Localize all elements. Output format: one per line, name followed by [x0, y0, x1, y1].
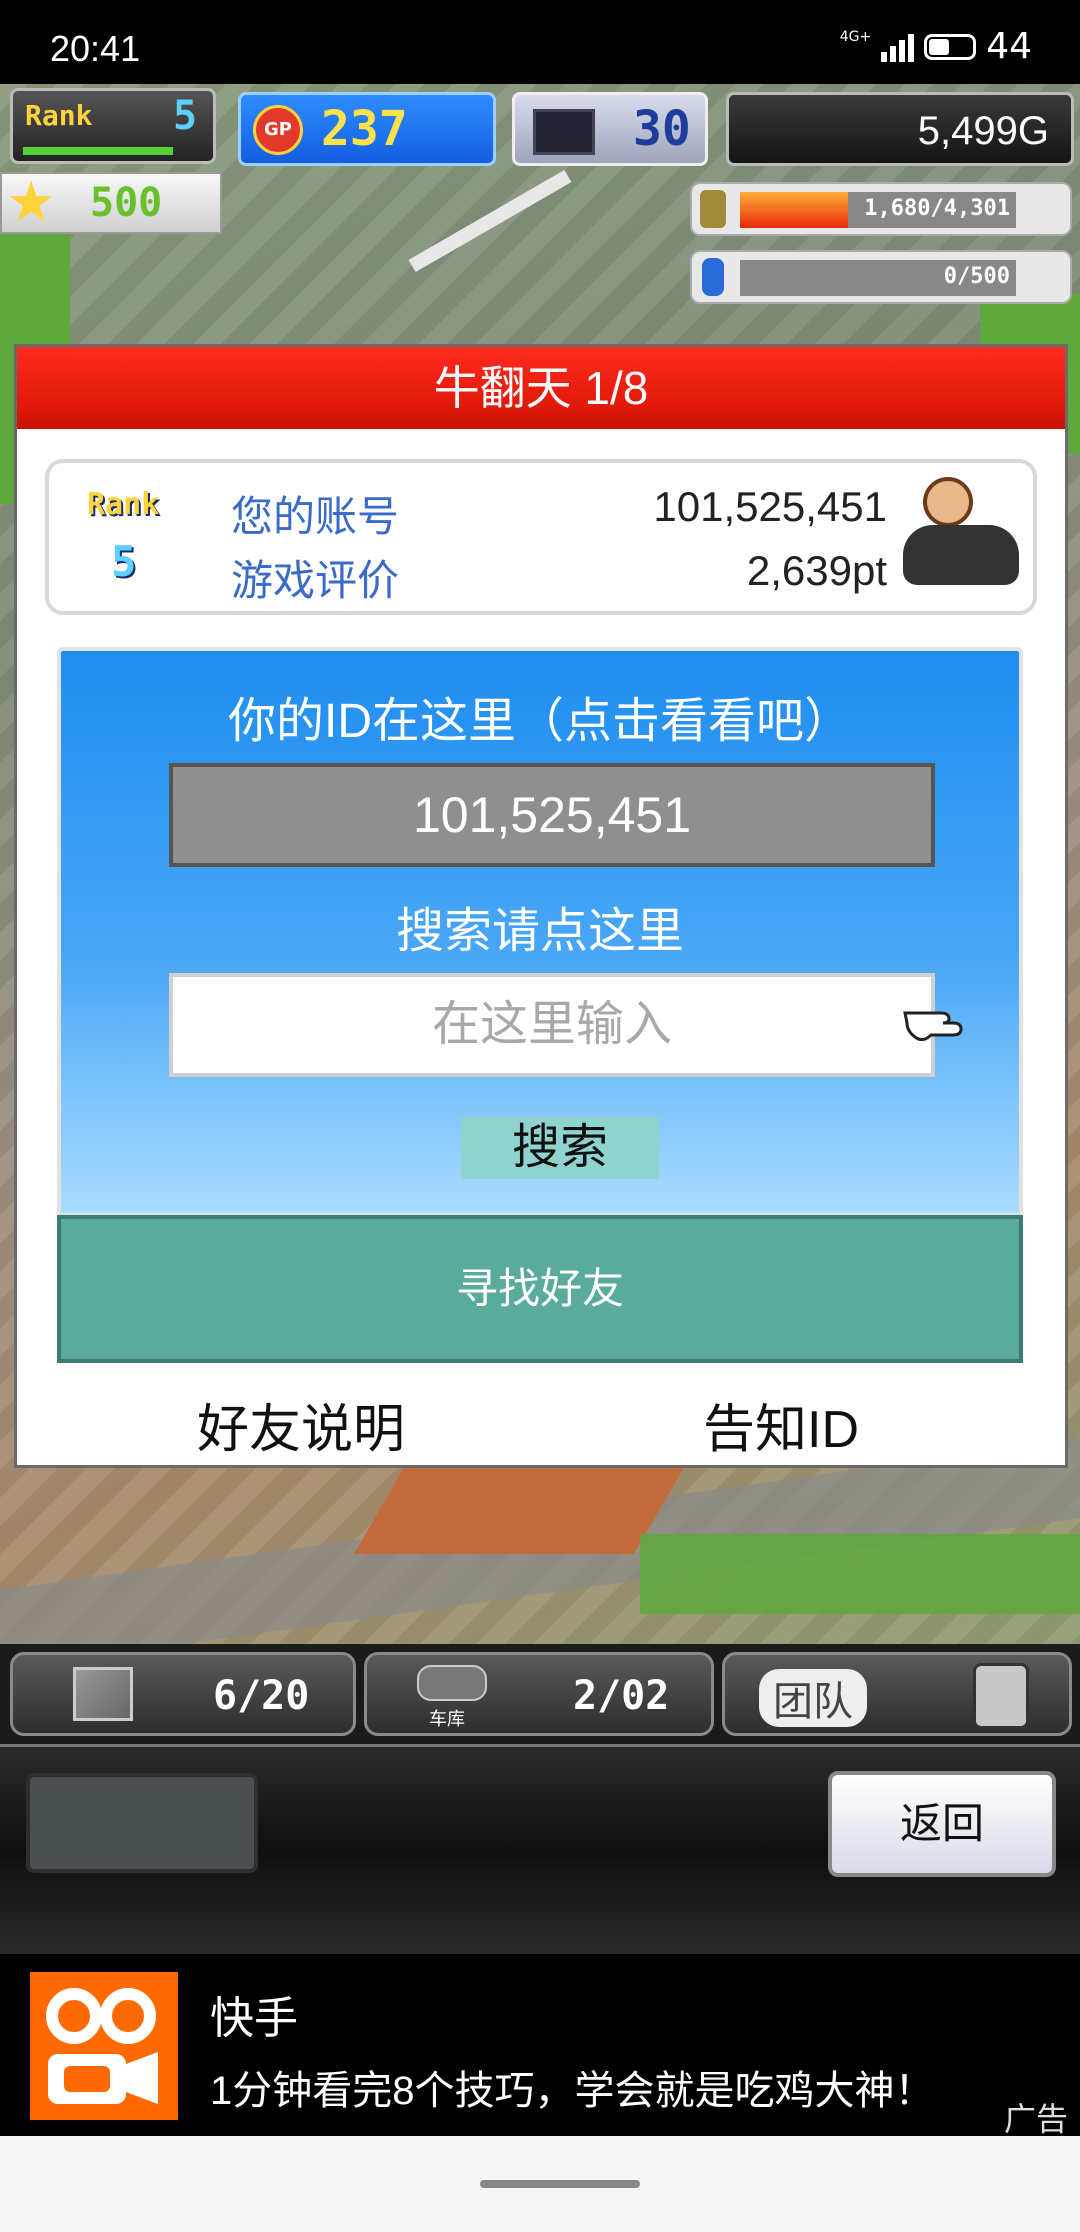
building-roof [354, 1464, 686, 1554]
dialog-title: 牛翻天 1/8 [17, 347, 1065, 429]
bottle-icon [702, 258, 724, 296]
account-value: 101,525,451 [653, 483, 887, 530]
star-panel: ★ 500 [0, 170, 222, 235]
signal-icon [881, 32, 915, 62]
team-label: 团队 [759, 1669, 867, 1727]
id-search-panel: 你的ID在这里（点击看看吧） 101,525,451 搜索请点这里 在这里输入 … [57, 647, 1023, 1217]
account-card: Rank 5 您的账号 101,525,451 游戏评价 2,639pt [45, 459, 1037, 615]
tab-garage[interactable]: 车库 2/02 [364, 1652, 714, 1736]
resource-track-2: 0/500 [740, 260, 1016, 296]
ad-label: 广告 [1003, 2101, 1068, 2137]
research-panel[interactable]: 30 [512, 92, 708, 166]
control-area: 返回 [0, 1744, 1080, 1957]
resource-bar-2: 0/500 [690, 250, 1072, 304]
friend-dialog: 牛翻天 1/8 Rank 5 您的账号 101,525,451 游戏评价 2,6… [14, 344, 1068, 1468]
tab-garage-count: 2/02 [573, 1673, 670, 1719]
rank-label: Rank [25, 99, 93, 132]
road-marking [408, 169, 572, 273]
coin-stack-icon [700, 190, 726, 228]
navigation-bar [0, 2136, 1080, 2232]
computer-icon [533, 109, 595, 155]
status-bar: 20:41 4G+ 44 [0, 0, 1080, 84]
pointing-hand-icon [901, 991, 971, 1051]
battery-icon [924, 33, 977, 60]
rank-panel: Rank 5 [10, 88, 216, 164]
search-prompt: 搜索请点这里 [395, 905, 684, 958]
tab-inventory-count: 6/20 [213, 1673, 310, 1719]
gp-panel[interactable]: GP 237 [238, 92, 496, 166]
search-button[interactable]: 搜索 [461, 1117, 659, 1179]
character-face-icon [973, 1663, 1029, 1729]
resource-value-2: 0/500 [943, 264, 1010, 289]
rank-value: 5 [173, 93, 198, 139]
ad-text: 1分钟看完8个技巧，学会就是吃鸡大神！ [210, 2069, 935, 2113]
ad-title: 快手 [210, 1994, 298, 2043]
money-panel: 5,499G [726, 92, 1074, 166]
star-icon: ★ [6, 170, 57, 235]
home-indicator[interactable] [480, 2180, 640, 2188]
rating-value: 2,639pt [746, 547, 887, 594]
my-id-field[interactable]: 101,525,451 [169, 763, 935, 867]
rating-label: 游戏评价 [231, 557, 400, 604]
resource-bar-1: 1,680/4,301 [690, 182, 1072, 236]
back-button[interactable]: 返回 [828, 1771, 1056, 1877]
id-prompt: 你的ID在这里（点击看看吧） [227, 695, 852, 748]
ad-banner[interactable]: 快手 1分钟看完8个技巧，学会就是吃鸡大神！ 广告 [0, 1954, 1080, 2137]
crate-icon [73, 1667, 133, 1721]
friend-help-link[interactable]: 好友说明 [197, 1387, 405, 1462]
rank-progress-bar [23, 147, 173, 155]
resource-fill-1 [740, 192, 848, 228]
account-label: 您的账号 [231, 493, 400, 540]
search-input[interactable]: 在这里输入 [169, 973, 935, 1077]
gp-value: 237 [321, 101, 408, 157]
status-icons: 4G+ 44 [840, 26, 1032, 67]
money-value: 5,499G [917, 109, 1049, 153]
research-value: 30 [633, 101, 691, 157]
network-type: 4G+ [839, 28, 872, 45]
avatar [903, 477, 1023, 597]
bottom-tabs: 6/20 车库 2/02 团队 [0, 1644, 1080, 1744]
tab-inventory[interactable]: 6/20 [10, 1652, 356, 1736]
grass-patch [640, 1534, 1080, 1614]
garage-label: 车库 [429, 1709, 465, 1729]
tell-id-link[interactable]: 告知ID [703, 1387, 859, 1462]
card-rank-value: 5 [111, 537, 137, 586]
empty-slot[interactable] [26, 1773, 258, 1873]
find-friends-button[interactable]: 寻找好友 [57, 1215, 1023, 1363]
resource-track-1: 1,680/4,301 [740, 192, 1016, 228]
gp-icon: GP [253, 105, 303, 155]
status-time: 20:41 [50, 28, 141, 69]
tab-team[interactable]: 团队 [722, 1652, 1072, 1736]
resource-value-1: 1,680/4,301 [864, 196, 1010, 221]
battery-level: 44 [986, 26, 1032, 67]
kuaishou-logo-icon [30, 1972, 178, 2120]
car-icon [417, 1665, 487, 1701]
star-value: 500 [90, 180, 163, 226]
card-rank-label: Rank [87, 487, 160, 522]
